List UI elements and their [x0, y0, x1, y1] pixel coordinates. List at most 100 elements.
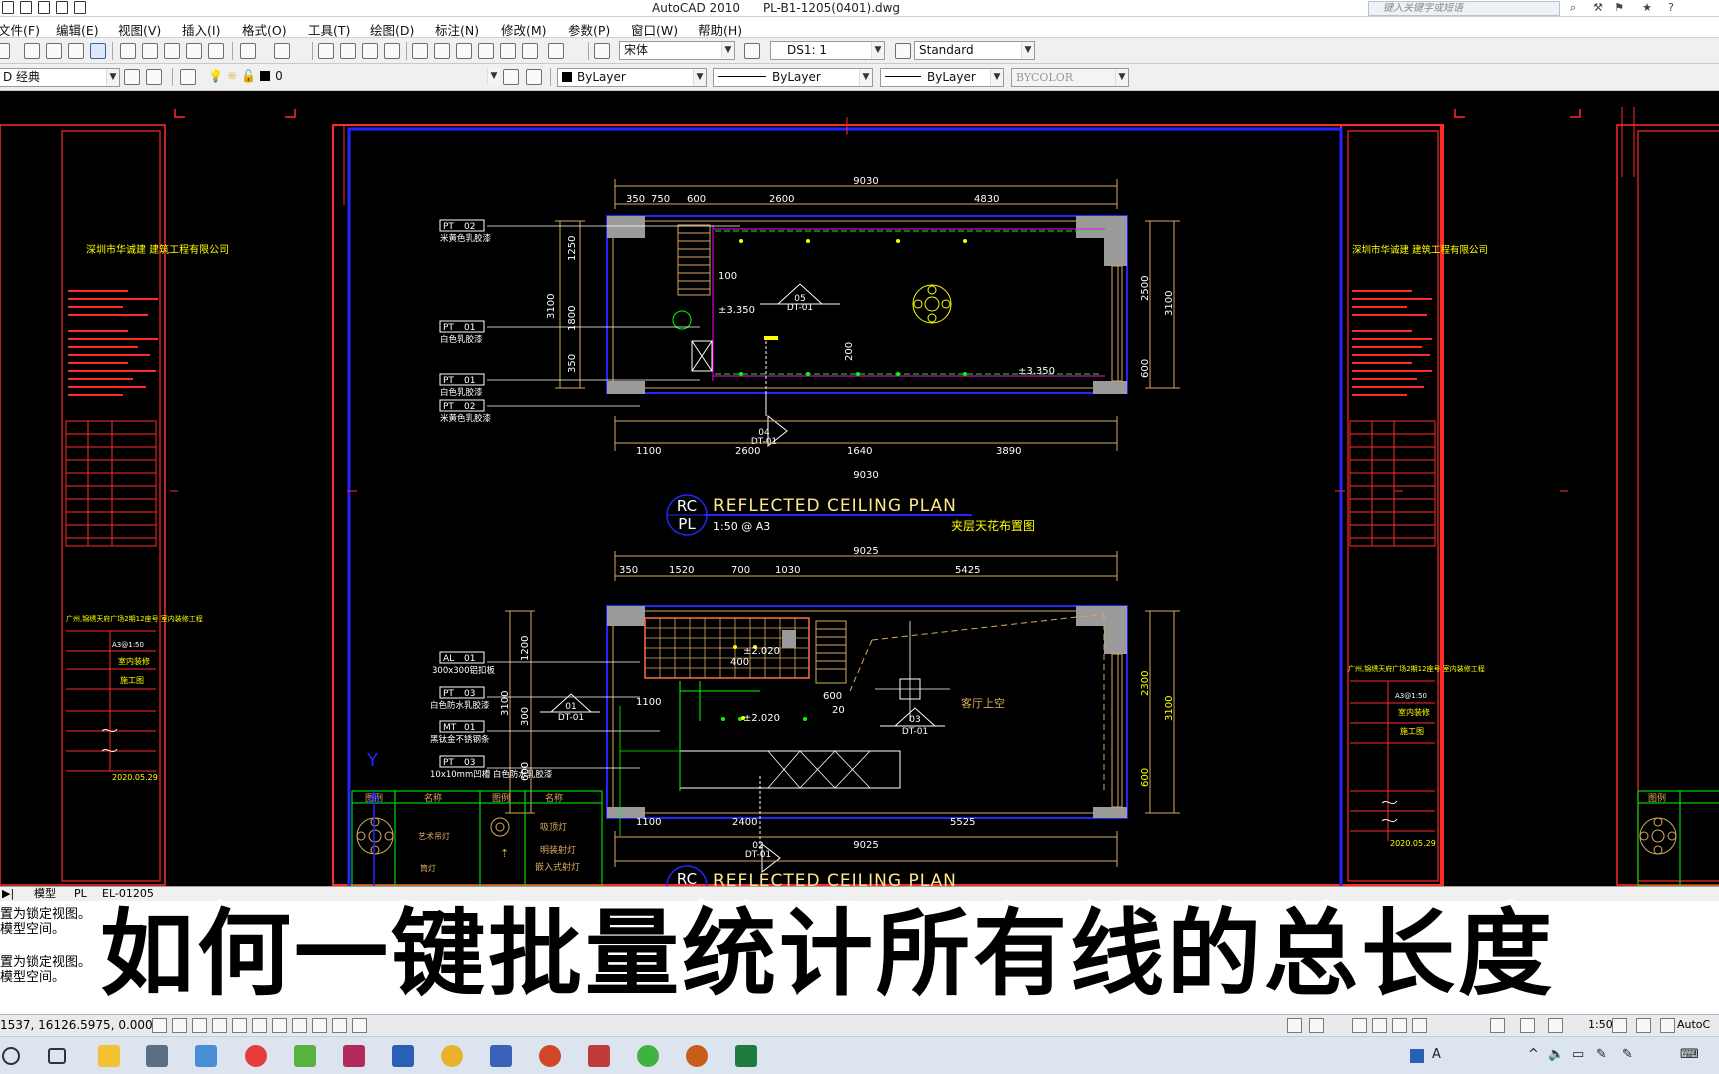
ducs-icon[interactable] — [272, 1018, 287, 1033]
layer-combo[interactable]: 💡 ☼ 🔓 0 ▼ — [204, 68, 500, 87]
chevron-up-icon[interactable]: ^ — [1528, 1047, 1539, 1062]
ime-indicator[interactable]: A — [1432, 1047, 1441, 1062]
menu-format[interactable]: 格式(O) — [242, 20, 287, 39]
menu-help[interactable]: 帮助(H) — [698, 20, 742, 39]
ortho-icon[interactable] — [192, 1018, 207, 1033]
zoom-window-icon[interactable] — [362, 43, 378, 59]
menu-tools[interactable]: 工具(T) — [308, 20, 350, 39]
markup-icon[interactable] — [500, 43, 516, 59]
drawing-canvas[interactable]: 05 DT-01 04 DT-01 ±3.350 ±3.350 100 200 — [0, 91, 1719, 886]
binoculars-icon[interactable]: ⌕ — [1566, 1, 1580, 15]
tab-nav-icon[interactable]: ▶| — [2, 887, 14, 901]
layer-properties-icon[interactable] — [180, 69, 196, 85]
dim-style-icon[interactable] — [744, 43, 760, 59]
workspace-switch-icon[interactable] — [1660, 1018, 1675, 1033]
cut-icon[interactable] — [120, 43, 136, 59]
pan-status-icon[interactable] — [1352, 1018, 1367, 1033]
design-center-icon[interactable] — [434, 43, 450, 59]
menu-dimension[interactable]: 标注(N) — [435, 20, 479, 39]
qp-icon[interactable] — [332, 1018, 347, 1033]
maximize-viewport-icon[interactable] — [1490, 1018, 1505, 1033]
menu-insert[interactable]: 插入(I) — [182, 20, 220, 39]
annotation-icon[interactable] — [1520, 1018, 1535, 1033]
menu-window[interactable]: 窗口(W) — [631, 20, 678, 39]
polar-icon[interactable] — [212, 1018, 227, 1033]
calculator-icon[interactable] — [195, 1045, 217, 1067]
redo-icon[interactable] — [274, 43, 290, 59]
autocad-icon[interactable] — [588, 1045, 610, 1067]
table-style-icon[interactable] — [895, 43, 911, 59]
table-style-combo[interactable]: Standard ▼ — [914, 41, 1035, 60]
help-icon[interactable]: ? — [1664, 1, 1678, 15]
properties-icon[interactable] — [412, 43, 428, 59]
match-properties-icon[interactable] — [186, 43, 202, 59]
pan-icon[interactable] — [318, 43, 334, 59]
redo-icon[interactable] — [56, 1, 68, 14]
keyboard-icon[interactable]: ⌨ — [1680, 1047, 1699, 1062]
store-icon[interactable] — [146, 1045, 168, 1067]
paste-icon[interactable] — [164, 43, 180, 59]
dim-style-combo[interactable]: DS1: 1 ▼ — [770, 41, 885, 60]
publish-icon[interactable] — [68, 43, 84, 59]
task-view-icon[interactable] — [48, 1048, 66, 1064]
menu-view[interactable]: 视图(V) — [118, 20, 161, 39]
otrack-icon[interactable] — [252, 1018, 267, 1033]
save-icon[interactable] — [20, 1, 32, 14]
zoom-previous-icon[interactable] — [384, 43, 400, 59]
wrench-icon[interactable]: ⚒ — [1591, 1, 1605, 15]
sheet-set-icon[interactable] — [478, 43, 494, 59]
annotation-scale[interactable]: 1:50 — [1588, 1018, 1613, 1031]
zoom-status-icon[interactable] — [1372, 1018, 1387, 1033]
layout-icon[interactable] — [1309, 1018, 1324, 1033]
undo-icon[interactable] — [38, 1, 50, 14]
model-icon[interactable] — [1287, 1018, 1302, 1033]
excel-icon[interactable] — [735, 1045, 757, 1067]
linetype-combo[interactable]: ByLayer ▼ — [713, 68, 873, 87]
workspace-settings-icon[interactable] — [124, 69, 140, 85]
menu-file[interactable]: 文件(F) — [0, 20, 40, 39]
quickcalc-icon[interactable] — [522, 43, 538, 59]
grid-icon[interactable] — [172, 1018, 187, 1033]
wechat-icon[interactable] — [637, 1045, 659, 1067]
osnap-icon[interactable] — [232, 1018, 247, 1033]
lineweight-combo[interactable]: ByLayer ▼ — [880, 68, 1004, 87]
tab-model[interactable]: 模型 — [34, 887, 56, 901]
snap-icon[interactable] — [152, 1018, 167, 1033]
auto-scale-icon[interactable] — [1636, 1018, 1651, 1033]
text-style-icon[interactable] — [594, 43, 610, 59]
pen-icon[interactable]: ✎ — [1596, 1047, 1607, 1062]
chrome-icon[interactable] — [441, 1045, 463, 1067]
volume-icon[interactable]: 🔈 — [1548, 1047, 1564, 1062]
app-icon[interactable] — [294, 1045, 316, 1067]
lwt-icon[interactable] — [312, 1018, 327, 1033]
menu-draw[interactable]: 绘图(D) — [370, 20, 414, 39]
subscription-icon[interactable]: ⚑ — [1612, 1, 1626, 15]
ime-icon[interactable]: ✎ — [1622, 1047, 1633, 1062]
sc-icon[interactable] — [352, 1018, 367, 1033]
menu-edit[interactable]: 编辑(E) — [56, 20, 99, 39]
ime-mode-icon[interactable] — [1410, 1049, 1424, 1063]
powerpoint-icon[interactable] — [539, 1045, 561, 1067]
file-explorer-icon[interactable] — [98, 1045, 120, 1067]
dyn-icon[interactable] — [292, 1018, 307, 1033]
color-combo[interactable]: ByLayer ▼ — [557, 68, 707, 87]
recorder-icon[interactable] — [686, 1045, 708, 1067]
viewport-scale-icon[interactable] — [1548, 1018, 1563, 1033]
zoom-realtime-icon[interactable] — [340, 43, 356, 59]
copy-icon[interactable] — [142, 43, 158, 59]
dwf-icon[interactable] — [90, 43, 106, 59]
undo-icon[interactable] — [240, 43, 256, 59]
menu-parametric[interactable]: 参数(P) — [568, 20, 610, 39]
security-icon[interactable] — [490, 1045, 512, 1067]
help-icon[interactable] — [548, 43, 564, 59]
workspace-combo[interactable]: D 经典 ▼ — [0, 68, 120, 87]
steering-wheel-icon[interactable] — [1392, 1018, 1407, 1033]
tool-palettes-icon[interactable] — [456, 43, 472, 59]
menu-modify[interactable]: 修改(M) — [501, 20, 547, 39]
print-preview-icon[interactable] — [46, 43, 62, 59]
word-icon[interactable] — [392, 1045, 414, 1067]
plot-icon[interactable] — [74, 1, 86, 14]
qq-icon[interactable] — [245, 1045, 267, 1067]
open-icon[interactable] — [2, 1, 14, 14]
print-icon[interactable] — [24, 43, 40, 59]
